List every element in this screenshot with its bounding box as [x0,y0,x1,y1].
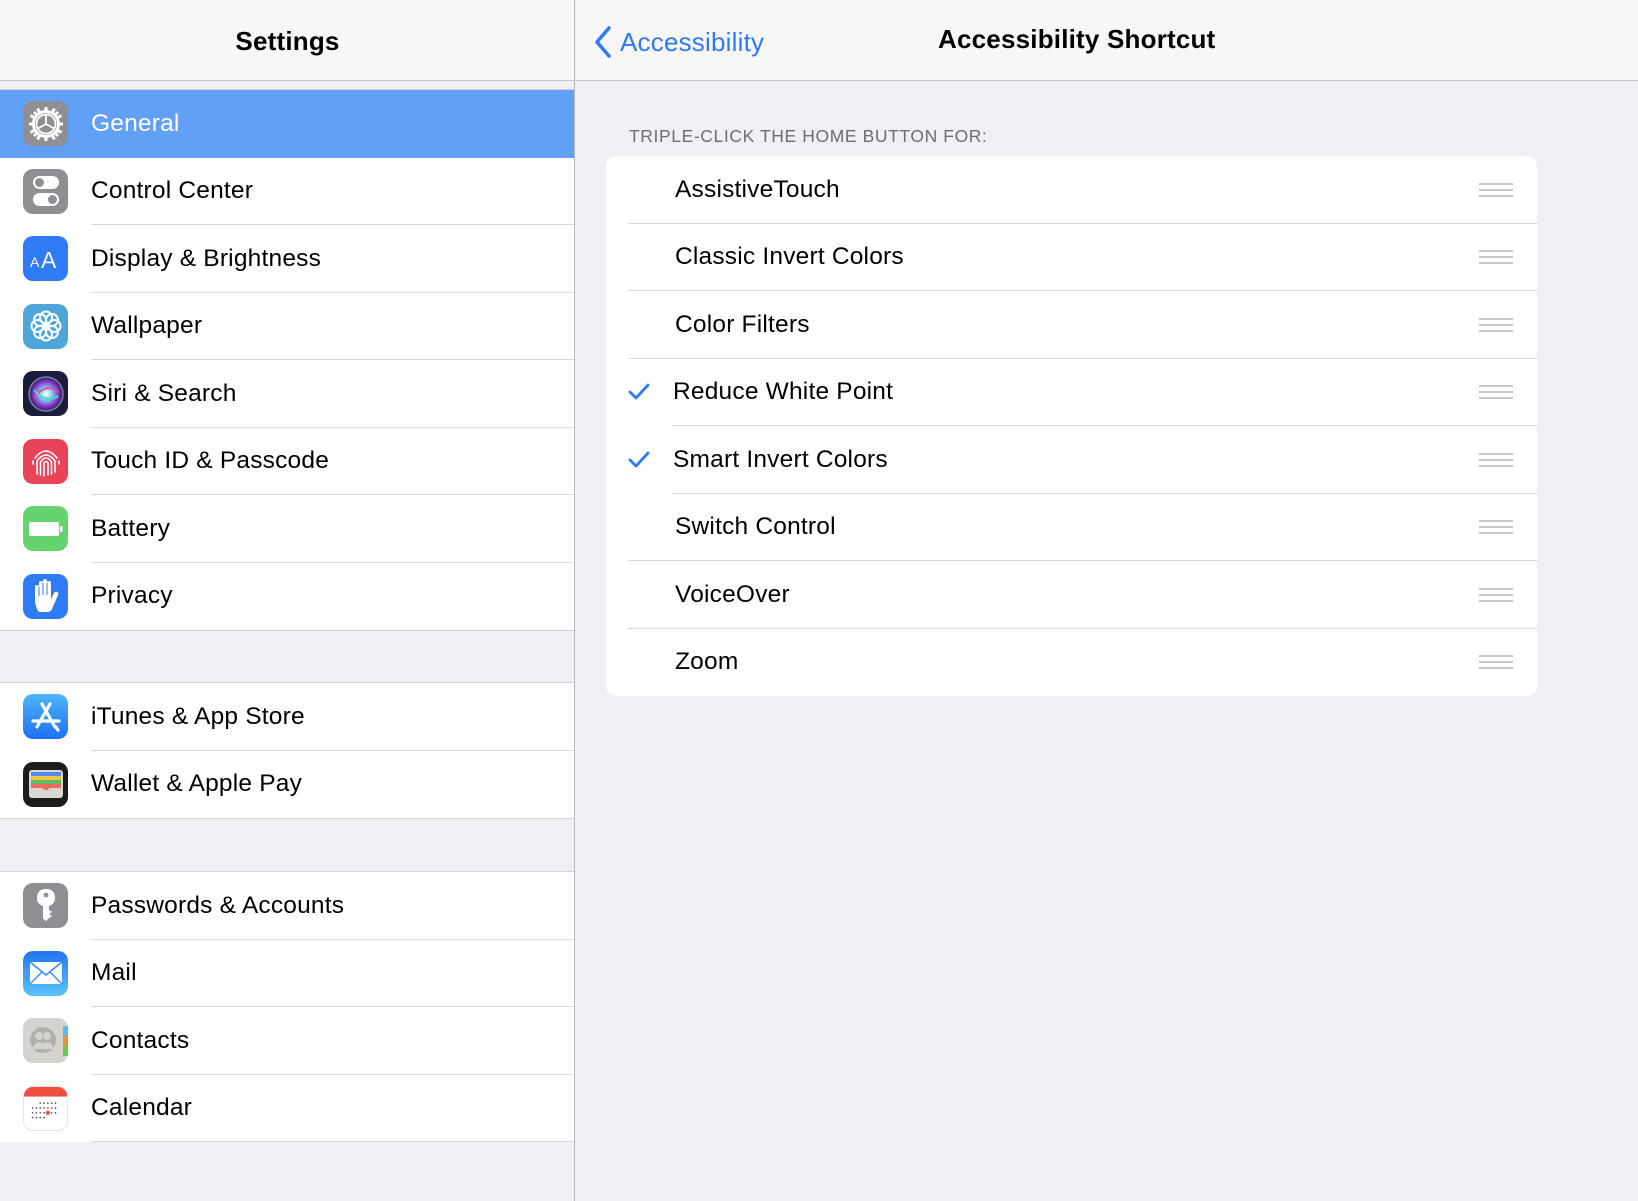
sidebar-item-passwords-accounts[interactable]: Passwords & Accounts [0,872,574,940]
detail-nav-bar: Accessibility Accessibility Shortcut [576,0,1638,81]
option-label: Color Filters [675,310,810,338]
wallet-icon [23,761,68,807]
battery-icon [23,506,68,552]
section-header: TRIPLE-CLICK THE HOME BUTTON FOR: [629,126,988,146]
checkmark-icon [628,451,650,468]
sidebar-item-control-center[interactable]: Control Center [0,158,574,225]
sidebar-item-label: Battery [91,514,171,542]
toggles-icon [23,168,68,214]
sidebar-title: Settings [235,25,340,56]
sidebar-item-contacts[interactable]: Contacts [0,1007,574,1075]
option-row-color-filters[interactable]: Color Filters [606,291,1537,359]
settings-group-2: iTunes & App Store Wallet & Apple Pay [0,682,574,819]
contacts-icon [23,1018,68,1064]
calendar-icon [23,1085,68,1131]
option-label: Classic Invert Colors [675,243,904,271]
shortcut-options-list: AssistiveTouch Classic Invert Colors Col… [606,156,1537,696]
sidebar-item-siri-search[interactable]: Siri & Search [0,360,574,428]
reorder-handle-icon[interactable] [1479,587,1513,602]
page-title: Accessibility Shortcut [938,24,1216,54]
sidebar-item-wallet-apple-pay[interactable]: Wallet & Apple Pay [0,751,574,819]
option-label: Switch Control [675,513,836,541]
sidebar-item-label: Display & Brightness [91,244,322,272]
sidebar-item-label: Calendar [91,1094,193,1122]
hand-icon [23,573,68,619]
sidebar-item-calendar[interactable]: Calendar [0,1075,574,1142]
sidebar-item-privacy[interactable]: Privacy [0,563,574,631]
sidebar-item-label: Contacts [91,1026,190,1054]
back-label: Accessibility [620,26,765,57]
sidebar-item-label: Privacy [91,582,173,610]
sidebar-item-label: Siri & Search [91,379,237,407]
option-label: Zoom [675,648,739,676]
sidebar-item-label: Control Center [91,177,254,205]
option-row-smart-invert-colors[interactable]: Smart Invert Colors [606,426,1537,494]
reorder-handle-icon[interactable] [1479,655,1513,670]
sidebar-item-label: Touch ID & Passcode [91,447,330,475]
svg-text:A: A [30,254,40,270]
option-row-voiceover[interactable]: VoiceOver [606,561,1537,629]
detail-pane: Accessibility Accessibility Shortcut TRI… [576,0,1638,1201]
sidebar-item-label: Passwords & Accounts [91,891,345,919]
reorder-handle-icon[interactable] [1479,182,1513,197]
reorder-handle-icon[interactable] [1479,520,1513,535]
sidebar-item-label: Mail [91,959,137,987]
sidebar-item-battery[interactable]: Battery [0,495,574,563]
sidebar-item-itunes-app-store[interactable]: iTunes & App Store [0,683,574,751]
checkmark-icon [628,383,650,400]
sidebar-item-label: iTunes & App Store [91,702,305,730]
option-label: Reduce White Point [673,378,894,406]
settings-group-1: General Control Center A A Display & Bri… [0,89,574,631]
settings-group-3: Passwords & Accounts Mail Contacts Calen… [0,871,574,1142]
flower-icon [23,303,68,349]
sidebar-item-touch-id-passcode[interactable]: Touch ID & Passcode [0,428,574,495]
option-row-reduce-white-point[interactable]: Reduce White Point [606,359,1537,426]
back-button[interactable]: Accessibility [592,24,764,60]
gear-icon [23,101,68,147]
sidebar-nav-bar: Settings [0,0,574,81]
option-row-classic-invert-colors[interactable]: Classic Invert Colors [606,224,1537,291]
sidebar-item-wallpaper[interactable]: Wallpaper [0,293,574,360]
option-label: VoiceOver [675,580,790,608]
reorder-handle-icon[interactable] [1479,317,1513,332]
option-row-assistivetouch[interactable]: AssistiveTouch [606,156,1537,224]
svg-text:A: A [41,247,57,271]
text-size-icon: A A [23,236,68,282]
option-row-switch-control[interactable]: Switch Control [606,494,1537,561]
chevron-left-icon [595,26,611,58]
sidebar-item-general[interactable]: General [0,90,574,158]
sidebar-item-label: Wallet & Apple Pay [91,770,303,798]
siri-icon [23,371,68,417]
reorder-handle-icon[interactable] [1479,452,1513,467]
option-label: Smart Invert Colors [673,445,888,473]
option-row-zoom[interactable]: Zoom [606,629,1537,697]
option-label: AssistiveTouch [675,175,840,203]
sidebar-item-display-brightness[interactable]: A A Display & Brightness [0,225,574,293]
row-separator [91,1141,574,1142]
sidebar-item-label: General [91,109,180,137]
sidebar-item-mail[interactable]: Mail [0,940,574,1007]
key-icon [23,883,68,929]
reorder-handle-icon[interactable] [1479,250,1513,265]
app-store-icon [23,694,68,740]
settings-sidebar: Settings General Control Center A A Disp… [0,0,575,1201]
mail-icon [23,950,68,996]
fingerprint-icon [23,438,68,484]
reorder-handle-icon[interactable] [1479,385,1513,400]
sidebar-item-label: Wallpaper [91,312,203,340]
